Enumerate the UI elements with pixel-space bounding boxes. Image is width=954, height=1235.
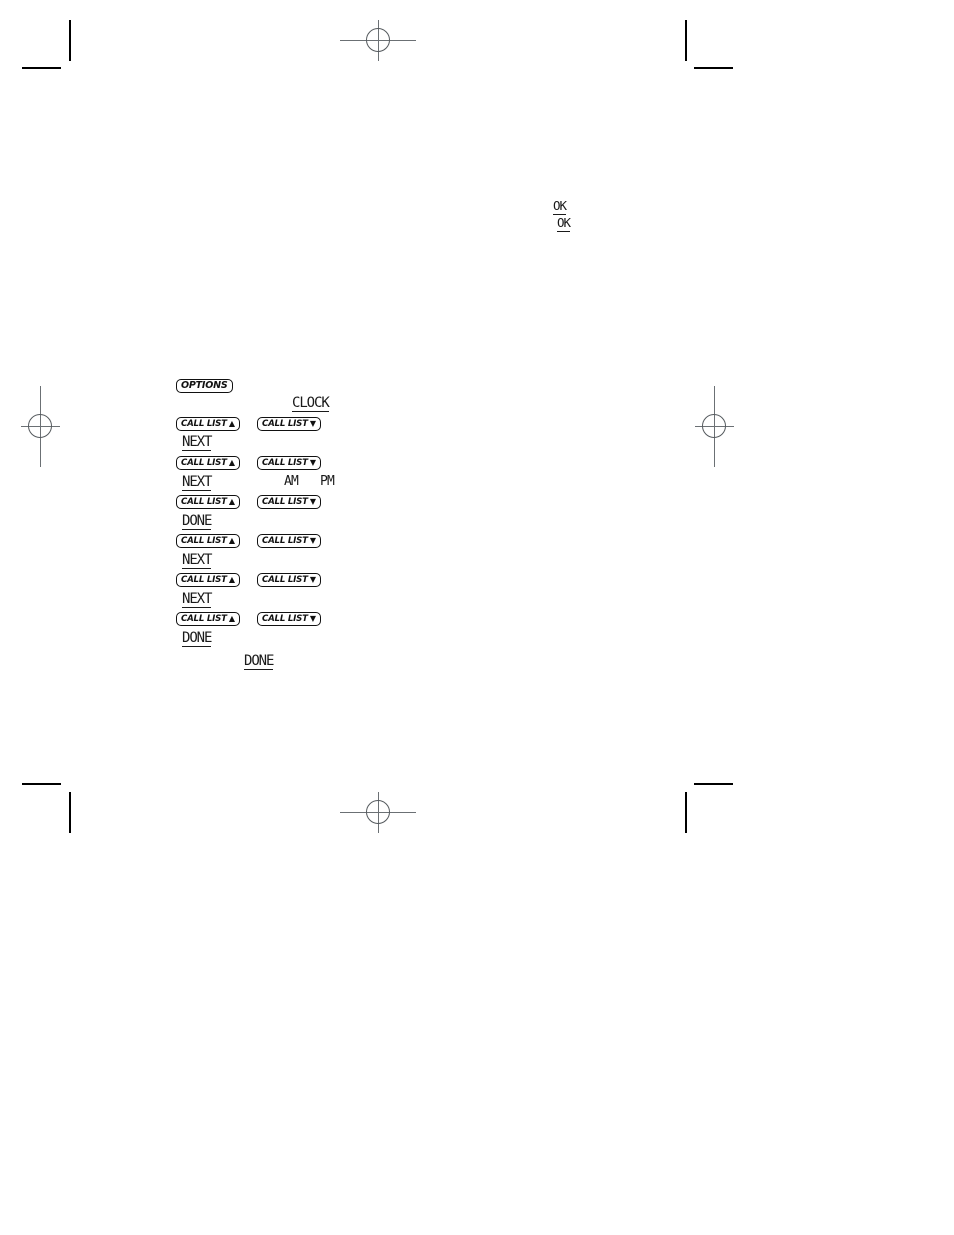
softkey-done-final[interactable]: DONE: [244, 654, 274, 670]
crop-top-right-vertical: [685, 20, 687, 61]
call-list-down-label: CALL LIST: [262, 418, 308, 429]
triangle-down-icon: ▼: [309, 457, 316, 467]
call-list-up-button-4[interactable]: CALL LIST ▲: [176, 534, 240, 548]
call-list-up-button-1[interactable]: CALL LIST ▲: [176, 417, 240, 431]
call-list-down-label: CALL LIST: [262, 457, 308, 468]
call-list-down-label: CALL LIST: [262, 496, 308, 507]
triangle-up-icon: ▲: [228, 418, 235, 428]
crop-bottom-left-vertical: [69, 792, 71, 833]
ok-key-label-2[interactable]: OK: [557, 216, 571, 232]
call-list-up-button-6[interactable]: CALL LIST ▲: [176, 612, 240, 626]
softkey-next-3[interactable]: NEXT: [182, 553, 212, 569]
triangle-down-icon: ▼: [309, 496, 316, 506]
crop-top-left-horizontal: [22, 67, 61, 69]
call-list-up-label: CALL LIST: [181, 613, 227, 624]
ok-key-label-1[interactable]: OK: [553, 199, 567, 215]
call-list-down-label: CALL LIST: [262, 574, 308, 585]
triangle-up-icon: ▲: [228, 613, 235, 623]
softkey-done-1[interactable]: DONE: [182, 514, 212, 530]
call-list-down-button-4[interactable]: CALL LIST ▼: [257, 534, 321, 548]
meridiem-am-label: AM: [284, 474, 299, 489]
registration-ring: [28, 414, 52, 438]
triangle-up-icon: ▲: [228, 574, 235, 584]
registration-ring: [702, 414, 726, 438]
call-list-down-label: CALL LIST: [262, 535, 308, 546]
softkey-next-2[interactable]: NEXT: [182, 475, 212, 491]
options-button[interactable]: OPTIONS: [176, 379, 233, 393]
call-list-down-button-3[interactable]: CALL LIST ▼: [257, 495, 321, 509]
registration-ring: [366, 800, 390, 824]
call-list-up-button-2[interactable]: CALL LIST ▲: [176, 456, 240, 470]
call-list-up-label: CALL LIST: [181, 457, 227, 468]
call-list-down-button-1[interactable]: CALL LIST ▼: [257, 417, 321, 431]
call-list-up-label: CALL LIST: [181, 574, 227, 585]
crop-bottom-left-horizontal: [22, 783, 61, 785]
triangle-up-icon: ▲: [228, 535, 235, 545]
call-list-down-button-2[interactable]: CALL LIST ▼: [257, 456, 321, 470]
softkey-next-4[interactable]: NEXT: [182, 592, 212, 608]
triangle-up-icon: ▲: [228, 457, 235, 467]
softkey-done-2[interactable]: DONE: [182, 631, 212, 647]
call-list-down-button-6[interactable]: CALL LIST ▼: [257, 612, 321, 626]
call-list-down-button-5[interactable]: CALL LIST ▼: [257, 573, 321, 587]
scanned-manual-page: OK OK OPTIONS CLOCK CALL LIST ▲ CALL LIST…: [0, 0, 954, 1235]
softkey-next-1[interactable]: NEXT: [182, 435, 212, 451]
call-list-up-button-5[interactable]: CALL LIST ▲: [176, 573, 240, 587]
call-list-up-label: CALL LIST: [181, 418, 227, 429]
triangle-up-icon: ▲: [228, 496, 235, 506]
triangle-down-icon: ▼: [309, 574, 316, 584]
registration-ring: [366, 28, 390, 52]
crop-top-right-horizontal: [694, 67, 733, 69]
triangle-down-icon: ▼: [309, 613, 316, 623]
clock-display-label: CLOCK: [292, 395, 330, 412]
triangle-down-icon: ▼: [309, 535, 316, 545]
crop-bottom-right-horizontal: [694, 783, 733, 785]
meridiem-pm-label: PM: [320, 474, 335, 489]
crop-top-left-vertical: [69, 20, 71, 61]
call-list-up-label: CALL LIST: [181, 496, 227, 507]
call-list-up-button-3[interactable]: CALL LIST ▲: [176, 495, 240, 509]
crop-bottom-right-vertical: [685, 792, 687, 833]
triangle-down-icon: ▼: [309, 418, 316, 428]
call-list-down-label: CALL LIST: [262, 613, 308, 624]
call-list-up-label: CALL LIST: [181, 535, 227, 546]
